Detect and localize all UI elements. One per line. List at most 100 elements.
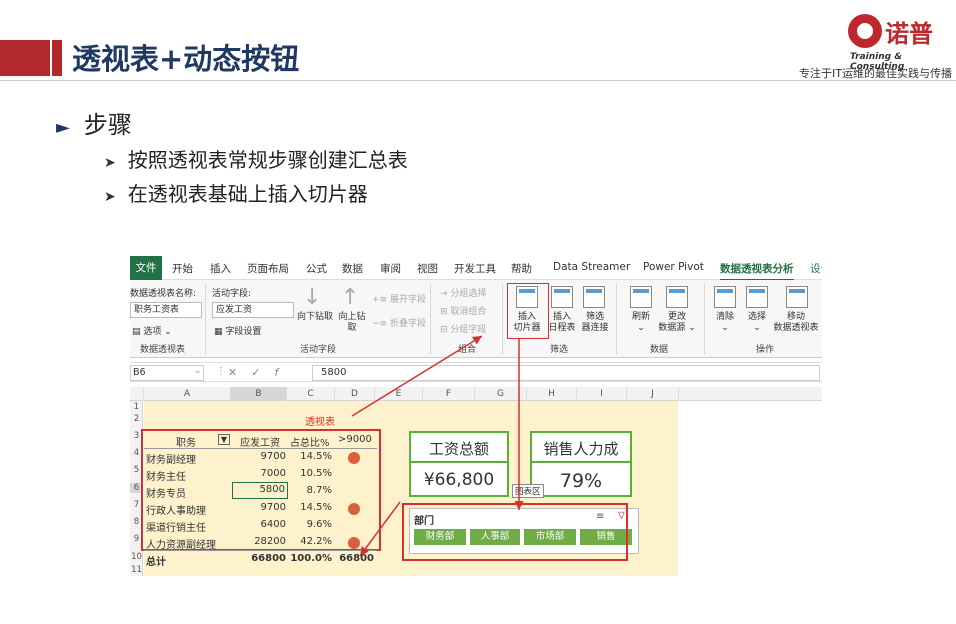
column-header[interactable]: A bbox=[144, 387, 231, 401]
menu-bar: 文件 开始 插入 页面布局 公式 数据 审阅 视图 开发工具 帮助 Data S… bbox=[130, 256, 822, 281]
card-label: 销售人力成 bbox=[543, 440, 619, 458]
pivot-row-salary[interactable]: 9700 bbox=[240, 502, 286, 513]
select-button[interactable]: 选择 ⌄ bbox=[740, 312, 774, 334]
menu-developer[interactable]: 开发工具 bbox=[454, 261, 496, 276]
group-label-filter: 筛选 bbox=[550, 345, 569, 355]
move-pivot-button[interactable]: 移动 数据透视表 bbox=[770, 312, 822, 334]
pivot-name-label: 数据透视表名称: bbox=[130, 289, 197, 299]
pivot-row-pct[interactable]: 8.7% bbox=[290, 485, 332, 496]
menu-view[interactable]: 视图 bbox=[417, 261, 438, 276]
pivot-row-salary[interactable]: 7000 bbox=[240, 468, 286, 479]
formula-input[interactable]: 5800 bbox=[312, 365, 820, 381]
column-header[interactable]: F bbox=[423, 387, 475, 401]
ungroup-button[interactable]: ⊞ 取消组合 bbox=[440, 304, 486, 317]
pivot-row-salary[interactable]: 28200 bbox=[240, 536, 286, 547]
row-header[interactable]: 11 bbox=[130, 565, 143, 575]
group-selection-button[interactable]: → 分组选择 bbox=[440, 286, 486, 299]
chevron-down-icon: ⌄ bbox=[637, 323, 645, 333]
ungroup-icon: ⊞ bbox=[440, 307, 451, 317]
chevron-down-icon[interactable]: ⌄ bbox=[194, 366, 202, 376]
pivot-row-pct[interactable]: 9.6% bbox=[290, 519, 332, 530]
menu-formulas[interactable]: 公式 bbox=[306, 261, 327, 276]
plus-icon: +≡ bbox=[372, 295, 390, 305]
group-field-button[interactable]: ⊟ 分组字段 bbox=[440, 322, 486, 335]
drill-up-button[interactable]: 向上钻取 bbox=[334, 312, 370, 334]
minus-icon: −≡ bbox=[372, 319, 390, 329]
refresh-icon bbox=[630, 286, 652, 308]
row-header[interactable]: 2 bbox=[130, 414, 143, 424]
menu-home[interactable]: 开始 bbox=[172, 261, 193, 276]
menu-review[interactable]: 审阅 bbox=[380, 261, 401, 276]
excel-screenshot: 文件 开始 插入 页面布局 公式 数据 审阅 视图 开发工具 帮助 Data S… bbox=[130, 256, 822, 576]
chart-area-tooltip: 图表区 bbox=[512, 484, 544, 498]
filter-connections-button[interactable]: 筛选 器连接 bbox=[578, 312, 612, 334]
group-label-active-field: 活动字段 bbox=[300, 345, 337, 355]
column-header[interactable]: D bbox=[335, 387, 375, 401]
chevron-down-icon: ⌄ bbox=[721, 323, 729, 333]
row-header[interactable]: 1 bbox=[130, 402, 143, 412]
clear-button[interactable]: 清除 ⌄ bbox=[708, 312, 742, 334]
menu-power-pivot[interactable]: Power Pivot bbox=[643, 261, 704, 273]
drill-down-button[interactable]: 向下钻取 bbox=[294, 312, 336, 323]
menu-file[interactable]: 文件 bbox=[130, 256, 162, 280]
menu-pivot-analyze[interactable]: 数据透视表分析 bbox=[720, 261, 794, 281]
column-header[interactable]: B bbox=[231, 387, 287, 401]
header-divider bbox=[0, 80, 956, 81]
confirm-icon[interactable]: ✓ bbox=[251, 366, 274, 379]
fx-icon[interactable]: f bbox=[274, 366, 292, 379]
pivot-row-role[interactable]: 财务专员 bbox=[146, 485, 186, 500]
card-sales: 79% bbox=[530, 461, 632, 497]
ribbon-separator bbox=[430, 284, 431, 354]
menu-insert[interactable]: 插入 bbox=[210, 261, 231, 276]
pivot-row-salary[interactable]: 6400 bbox=[240, 519, 286, 530]
change-source-button[interactable]: 更改 数据源 ⌄ bbox=[652, 312, 702, 334]
field-settings-button[interactable]: ▦ 字段设置 bbox=[214, 324, 261, 337]
drill-up-icon: ↑ bbox=[341, 285, 360, 310]
card-value: 79% bbox=[559, 470, 603, 492]
column-header[interactable]: I bbox=[577, 387, 627, 401]
pivot-name-input[interactable]: 职务工资表 bbox=[130, 302, 202, 318]
arrow-right-icon: → bbox=[440, 289, 451, 299]
menu-data[interactable]: 数据 bbox=[342, 261, 363, 276]
options-button[interactable]: ▤ 选项 ⌄ bbox=[132, 324, 172, 337]
filter-icon[interactable]: ▼ bbox=[218, 434, 230, 445]
slicer-highlight bbox=[402, 503, 628, 561]
logo-text: 诺普 bbox=[885, 19, 933, 48]
menu-data-streamer[interactable]: Data Streamer bbox=[553, 261, 630, 273]
pivot-row-pct[interactable]: 14.5% bbox=[290, 502, 332, 513]
column-header[interactable]: J bbox=[627, 387, 679, 401]
menu-design[interactable]: 设计 bbox=[810, 261, 822, 276]
name-box[interactable]: B6 bbox=[130, 365, 204, 381]
column-header[interactable]: G bbox=[475, 387, 527, 401]
pivot-row-role[interactable]: 财务主任 bbox=[146, 468, 186, 483]
change-source-icon bbox=[666, 286, 688, 308]
cancel-icon[interactable]: ✕ bbox=[228, 366, 251, 379]
bullet-sub-text: 在透视表基础上插入切片器 bbox=[127, 182, 368, 206]
expand-field-button[interactable]: +≡ 展开字段 bbox=[372, 292, 426, 305]
pivot-row-salary[interactable]: 9700 bbox=[240, 451, 286, 462]
pivot-row-role[interactable]: 财务副经理 bbox=[146, 451, 196, 466]
insert-timeline-button[interactable]: 插入 日程表 bbox=[544, 312, 580, 334]
column-header[interactable]: H bbox=[527, 387, 577, 401]
collapse-field-button[interactable]: −≡ 折叠字段 bbox=[372, 316, 426, 329]
selected-cell[interactable]: 5800 bbox=[232, 482, 288, 499]
bullet-main: ► 步骤 bbox=[56, 105, 132, 140]
pivot-total-divider bbox=[144, 550, 377, 551]
select-all-corner[interactable] bbox=[130, 387, 144, 401]
column-header[interactable]: E bbox=[375, 387, 423, 401]
options-icon: ▤ bbox=[132, 327, 144, 337]
menu-page-layout[interactable]: 页面布局 bbox=[247, 261, 289, 276]
bullet-sub-1: ➤ 按照透视表常规步骤创建汇总表 bbox=[104, 144, 408, 173]
pivot-row-role[interactable]: 行政人事助理 bbox=[146, 502, 206, 517]
row-header[interactable]: 10 bbox=[130, 552, 143, 562]
pivot-row-pct[interactable]: 10.5% bbox=[290, 468, 332, 479]
pivot-row-pct[interactable]: 14.5% bbox=[290, 451, 332, 462]
flag-dot-icon bbox=[348, 537, 360, 549]
menu-help[interactable]: 帮助 bbox=[511, 261, 532, 276]
group-label-actions: 操作 bbox=[756, 345, 775, 355]
active-field-input[interactable]: 应发工资 bbox=[212, 302, 294, 318]
pivot-row-pct[interactable]: 42.2% bbox=[290, 536, 332, 547]
pivot-row-role[interactable]: 渠道行销主任 bbox=[146, 519, 206, 534]
pivot-row-role[interactable]: 人力资源副经理 bbox=[146, 536, 216, 551]
column-header[interactable]: C bbox=[287, 387, 335, 401]
